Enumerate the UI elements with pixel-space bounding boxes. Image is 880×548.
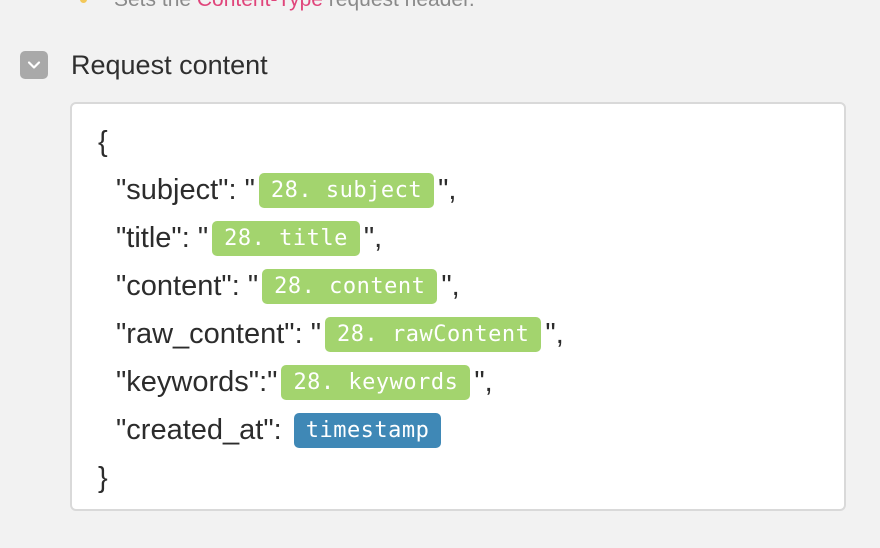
request-content-editor[interactable]: { "subject": " 28. subject ", "title": "… (70, 102, 846, 511)
mapped-value-pill[interactable]: 28. content (262, 268, 438, 304)
field-row-content: "content": " 28. content ", (116, 266, 460, 306)
field-key: "raw_content": " (116, 317, 321, 350)
section-title: Request content (71, 50, 268, 80)
field-row-created-at: "created_at": timestamp (116, 410, 445, 450)
request-content-toggle[interactable] (20, 51, 48, 79)
mapped-value-pill[interactable]: 28. subject (258, 172, 435, 208)
field-suffix: ", (441, 269, 460, 302)
chevron-down-icon (27, 61, 41, 69)
field-key: "created_at": (116, 413, 282, 446)
close-brace: } (98, 461, 108, 494)
field-row-subject: "subject": " 28. subject ", (116, 170, 456, 210)
field-key: "title": " (116, 221, 209, 254)
hint-text: Sets the Content-Type request header. (114, 0, 475, 11)
field-suffix: ", (363, 221, 383, 254)
hint-code: Content-Type (197, 0, 323, 11)
field-key: "subject": " (116, 173, 255, 206)
page: Sets the Content-Type request header. Re… (0, 0, 880, 548)
content-type-hint: Sets the Content-Type request header. (70, 0, 475, 12)
field-suffix: ", (545, 317, 564, 350)
field-row-title: "title": " 28. title ", (116, 218, 382, 258)
open-brace: { (98, 125, 108, 158)
field-row-keywords: "keywords":" 28. keywords ", (116, 362, 493, 402)
mapped-value-pill[interactable]: 28. title (212, 220, 360, 256)
field-key: "content": " (116, 269, 259, 302)
dot-icon (80, 0, 87, 3)
hint-prefix: Sets the (114, 0, 197, 11)
request-content-header: Request content (20, 49, 268, 81)
field-suffix: ", (474, 365, 493, 398)
mapped-value-pill[interactable]: 28. keywords (281, 364, 471, 400)
field-key: "keywords":" (116, 365, 278, 398)
field-row-raw-content: "raw_content": " 28. rawContent ", (116, 314, 564, 354)
mapped-value-pill[interactable]: 28. rawContent (324, 316, 542, 352)
hint-suffix: request header. (323, 0, 475, 11)
function-value-pill[interactable]: timestamp (293, 412, 442, 448)
field-suffix: ", (438, 173, 457, 206)
